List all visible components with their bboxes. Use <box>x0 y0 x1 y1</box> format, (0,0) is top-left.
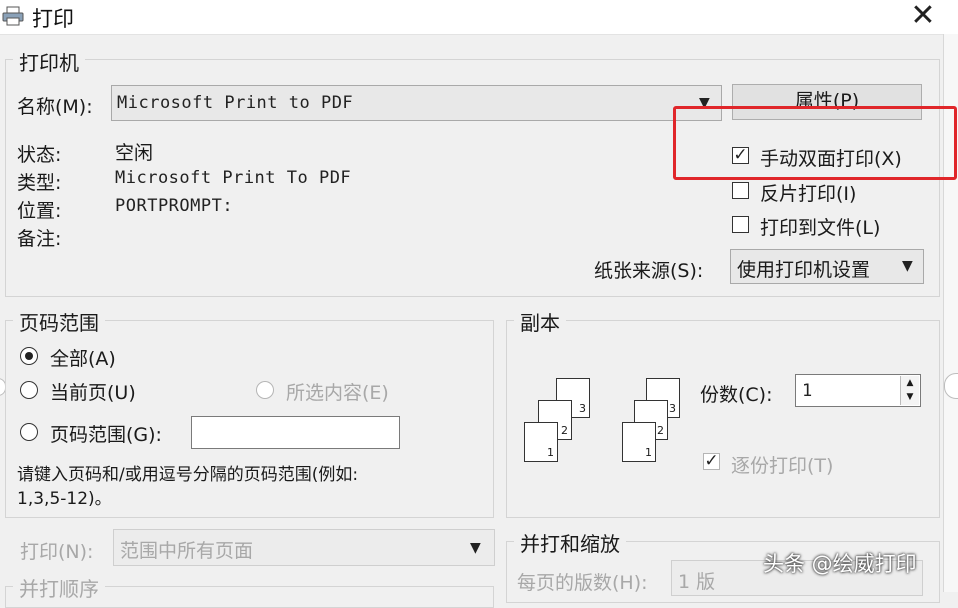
chevron-down-icon: ▼ <box>470 540 481 556</box>
pages-per-sheet-label: 每页的版数(H): <box>517 572 648 594</box>
reverse-print-checkbox[interactable] <box>732 182 749 199</box>
check-icon: ✓ <box>704 451 719 471</box>
copies-count-value: 1 <box>802 381 813 401</box>
radio-selected-dot <box>25 352 33 360</box>
location-value: PORTPROMPT: <box>115 196 234 216</box>
print-to-file-checkbox[interactable] <box>732 216 749 233</box>
all-pages-label[interactable]: 全部(A) <box>50 344 116 371</box>
print-order-label: 并打顺序 <box>13 573 105 602</box>
spinner-icon[interactable]: ▲ ▼ <box>900 376 919 405</box>
window-title: 打印 <box>32 7 74 31</box>
selection-radio[interactable] <box>256 381 274 399</box>
printer-name-label: 名称(M): <box>17 96 93 118</box>
chevron-down-icon: ▼ <box>902 258 913 274</box>
print-what-label: 打印(N): <box>20 541 94 563</box>
page-range-label[interactable]: 页码范围(G): <box>50 420 162 447</box>
watermark: 头条 @绘威打印 <box>763 552 917 576</box>
status-value: 空闲 <box>115 142 154 164</box>
printer-group-label: 打印机 <box>13 47 85 76</box>
collate-checkbox[interactable]: ✓ <box>703 453 720 470</box>
check-icon: ✓ <box>733 145 748 165</box>
status-label: 状态: <box>17 144 62 166</box>
type-label: 类型: <box>17 172 62 194</box>
zoom-group-label: 并打和缩放 <box>514 528 626 557</box>
manual-duplex-label[interactable]: 手动双面打印(X) <box>760 144 902 171</box>
printer-name-select[interactable]: Microsoft Print to PDF ▼ <box>111 85 722 121</box>
print-what-value: 范围中所有页面 <box>120 540 254 562</box>
all-pages-radio[interactable] <box>20 347 38 365</box>
copies-group-label: 副本 <box>514 307 566 336</box>
copies-count-stepper[interactable]: 1 ▲ ▼ <box>795 374 921 407</box>
page-range-hint-line1: 请键入页码和/或用逗号分隔的页码范围(例如: <box>17 465 359 485</box>
printer-name-value: Microsoft Print to PDF <box>117 93 354 113</box>
paper-source-value: 使用打印机设置 <box>737 259 871 281</box>
current-page-radio[interactable] <box>20 381 38 399</box>
collate-label[interactable]: 逐份打印(T) <box>731 451 833 478</box>
location-label: 位置: <box>17 200 62 222</box>
collated-pages-icon-2: 3 2 1 <box>620 378 700 468</box>
type-value: Microsoft Print To PDF <box>115 168 352 188</box>
print-what-select[interactable]: 范围中所有页面 ▼ <box>113 529 495 566</box>
page-range-radio[interactable] <box>20 423 38 441</box>
printer-icon <box>2 6 24 26</box>
paper-source-select[interactable]: 使用打印机设置 ▼ <box>730 249 924 284</box>
title-bar <box>0 0 958 35</box>
reverse-print-label[interactable]: 反片打印(I) <box>760 179 856 206</box>
print-to-file-label[interactable]: 打印到文件(L) <box>760 213 880 240</box>
selection-label[interactable]: 所选内容(E) <box>286 378 389 405</box>
collated-pages-icon: 3 2 1 <box>520 378 600 468</box>
copies-count-label: 份数(C): <box>700 384 773 406</box>
manual-duplex-checkbox[interactable]: ✓ <box>732 147 749 164</box>
page-range-hint-line2: 1,3,5-12)。 <box>17 489 112 509</box>
pages-per-sheet-value: 1 版 <box>678 571 716 593</box>
page-range-group-label: 页码范围 <box>13 307 105 336</box>
close-icon[interactable]: ✕ <box>905 0 941 34</box>
page-range-input[interactable] <box>191 416 400 449</box>
current-page-label[interactable]: 当前页(U) <box>50 378 136 405</box>
paper-source-label: 纸张来源(S): <box>594 260 704 282</box>
comment-label: 备注: <box>17 228 62 250</box>
